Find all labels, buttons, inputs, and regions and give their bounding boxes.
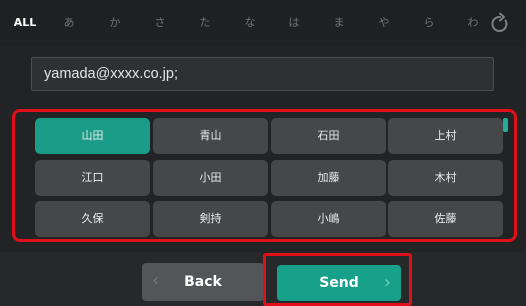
tab-ka[interactable]: か bbox=[104, 15, 126, 31]
tab-ma[interactable]: ま bbox=[328, 15, 350, 31]
contact-list-scrollbar[interactable] bbox=[503, 118, 508, 132]
contact-button-kenmochi[interactable]: 剣持 bbox=[153, 201, 268, 237]
contact-button-eguchi[interactable]: 江口 bbox=[35, 160, 150, 196]
tab-ta[interactable]: た bbox=[194, 15, 216, 31]
tab-ha[interactable]: は bbox=[283, 15, 305, 31]
tab-ra[interactable]: ら bbox=[418, 15, 440, 31]
chevron-left-icon: ‹ bbox=[152, 270, 160, 291]
contact-button-kubo[interactable]: 久保 bbox=[35, 201, 150, 237]
contact-button-kojima[interactable]: 小嶋 bbox=[271, 201, 386, 237]
tab-na[interactable]: な bbox=[239, 15, 261, 31]
contact-button-kato[interactable]: 加藤 bbox=[271, 160, 386, 196]
contact-button-uemura[interactable]: 上村 bbox=[388, 118, 503, 154]
back-button-label: Back bbox=[184, 274, 222, 290]
contact-button-oda[interactable]: 小田 bbox=[153, 160, 268, 196]
tab-sa[interactable]: さ bbox=[149, 15, 171, 31]
tab-all[interactable]: ALL bbox=[10, 15, 40, 31]
recipient-address-field[interactable]: yamada@xxxx.co.jp; bbox=[31, 57, 494, 91]
contact-button-kimura[interactable]: 木村 bbox=[388, 160, 503, 196]
back-button[interactable]: ‹ Back bbox=[142, 263, 264, 301]
contact-button-sato[interactable]: 佐藤 bbox=[388, 201, 503, 237]
tab-ya[interactable]: や bbox=[373, 15, 395, 31]
refresh-icon-glyph bbox=[491, 12, 508, 32]
contact-button-aoyama[interactable]: 青山 bbox=[153, 118, 268, 154]
tab-wa[interactable]: わ bbox=[462, 15, 484, 31]
tab-a[interactable]: あ bbox=[58, 15, 80, 31]
index-tab-bar: ALL あ か さ た な は ま や ら わ bbox=[0, 0, 526, 46]
contact-grid: 山田 青山 石田 上村 江口 小田 加藤 木村 久保 剣持 小嶋 佐藤 bbox=[12, 109, 517, 242]
contact-button-yamada[interactable]: 山田 bbox=[35, 118, 150, 154]
send-button[interactable]: Send › bbox=[277, 265, 401, 301]
refresh-icon[interactable] bbox=[488, 12, 512, 36]
send-button-label: Send bbox=[319, 275, 359, 291]
chevron-right-icon: › bbox=[383, 272, 391, 293]
contact-button-ishida[interactable]: 石田 bbox=[271, 118, 386, 154]
